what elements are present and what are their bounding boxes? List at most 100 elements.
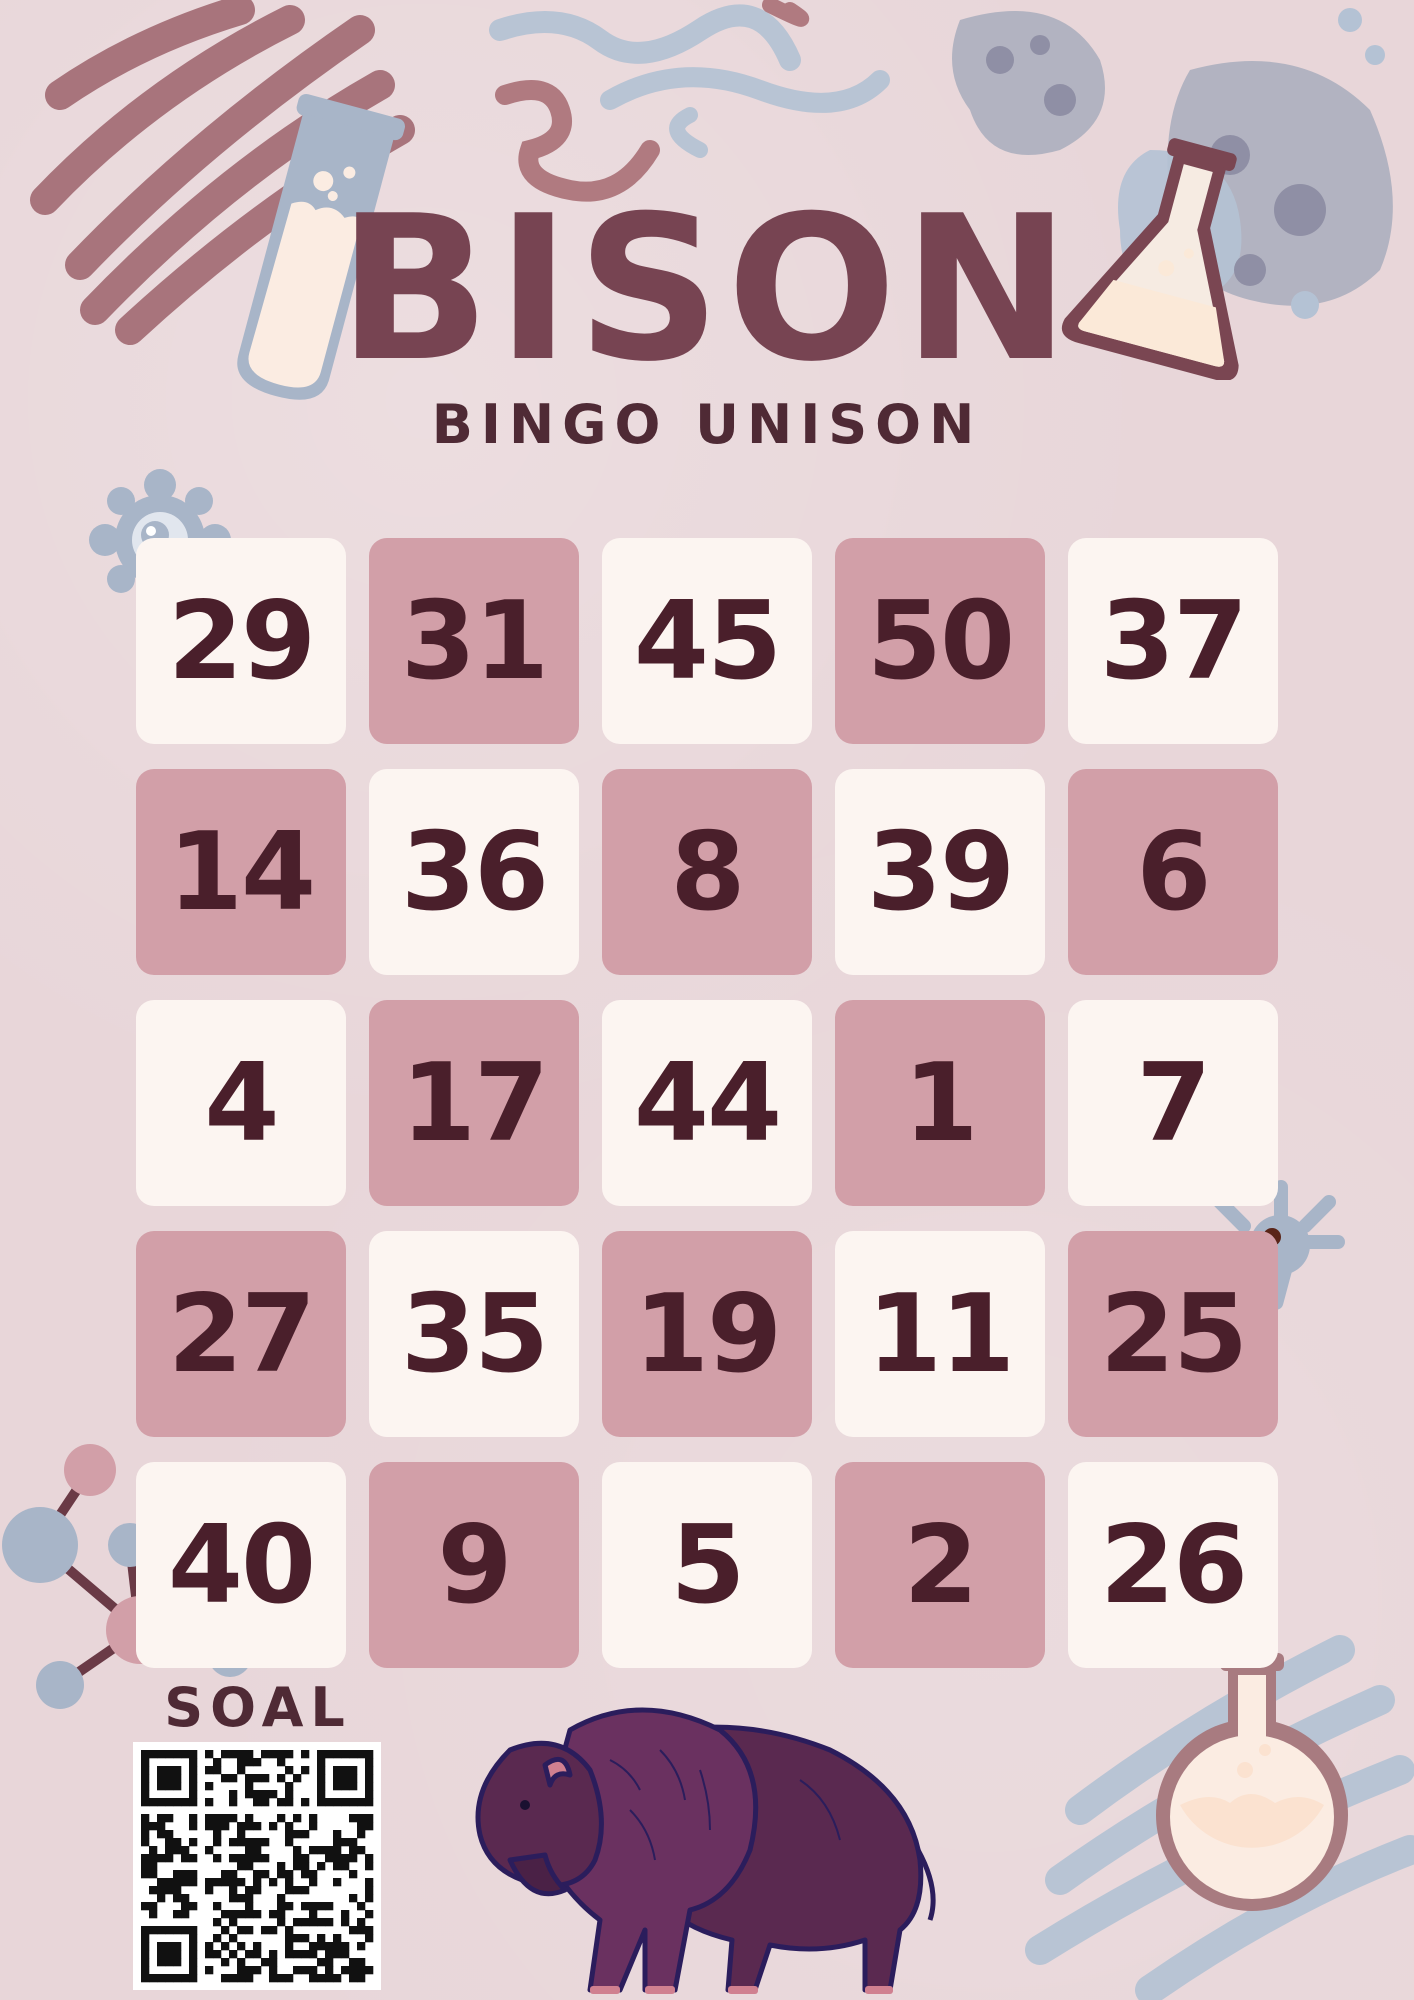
qr-module: [165, 1750, 174, 1759]
qr-module: [213, 1878, 222, 1887]
bingo-cell[interactable]: 45: [602, 538, 812, 744]
bingo-cell[interactable]: 44: [602, 1000, 812, 1206]
qr-module: [333, 1862, 342, 1871]
qr-module: [349, 1782, 358, 1791]
qr-module: [301, 1934, 310, 1943]
bingo-cell[interactable]: 9: [369, 1462, 579, 1668]
bingo-cell[interactable]: 25: [1068, 1231, 1278, 1437]
bingo-cell[interactable]: 5: [602, 1462, 812, 1668]
qr-module: [285, 1838, 294, 1847]
qr-module: [261, 1790, 270, 1799]
bingo-cell[interactable]: 19: [602, 1231, 812, 1437]
qr-module: [285, 1974, 294, 1983]
qr-module: [341, 1766, 350, 1775]
qr-module: [269, 1878, 278, 1887]
qr-module: [253, 1966, 262, 1975]
qr-module: [269, 1910, 278, 1919]
poster-title: BISON: [337, 173, 1077, 406]
qr-module: [245, 1822, 254, 1831]
qr-module: [245, 1902, 254, 1911]
qr-module: [141, 1750, 150, 1759]
bingo-cell[interactable]: 31: [369, 538, 579, 744]
qr-module: [357, 1966, 366, 1975]
qr-module: [365, 1894, 374, 1903]
qr-module: [245, 1750, 254, 1759]
bingo-cell[interactable]: 8: [602, 769, 812, 975]
qr-module: [157, 1814, 166, 1823]
qr-module: [365, 1814, 374, 1823]
bingo-cell[interactable]: 39: [835, 769, 1045, 975]
qr-module: [309, 1878, 318, 1887]
qr-module: [173, 1910, 182, 1919]
bingo-cell[interactable]: 14: [136, 769, 346, 975]
qr-module: [317, 1958, 326, 1967]
qr-module: [229, 1854, 238, 1863]
bingo-cell[interactable]: 2: [835, 1462, 1045, 1668]
bingo-cell[interactable]: 35: [369, 1231, 579, 1437]
qr-module: [237, 1958, 246, 1967]
qr-module: [277, 1870, 286, 1879]
qr-module: [365, 1750, 374, 1759]
bingo-cell[interactable]: 17: [369, 1000, 579, 1206]
qr-module: [189, 1838, 198, 1847]
qr-module: [181, 1750, 190, 1759]
bingo-cell[interactable]: 27: [136, 1231, 346, 1437]
qr-module: [141, 1830, 150, 1839]
bingo-cell[interactable]: 40: [136, 1462, 346, 1668]
qr-code-icon[interactable]: [133, 1742, 381, 1990]
bingo-cell[interactable]: 11: [835, 1231, 1045, 1437]
bingo-cell[interactable]: 1: [835, 1000, 1045, 1206]
qr-module: [341, 1862, 350, 1871]
qr-module: [205, 1814, 214, 1823]
qr-module: [221, 1910, 230, 1919]
qr-module: [325, 1846, 334, 1855]
bingo-cell[interactable]: 6: [1068, 769, 1278, 975]
qr-module: [141, 1942, 150, 1951]
qr-module: [245, 1814, 254, 1823]
bingo-cell[interactable]: 7: [1068, 1000, 1278, 1206]
qr-module: [301, 1902, 310, 1911]
qr-module: [293, 1862, 302, 1871]
qr-module: [141, 1902, 150, 1911]
qr-module: [237, 1822, 246, 1831]
qr-module: [213, 1950, 222, 1959]
qr-module: [349, 1854, 358, 1863]
qr-module: [165, 1774, 174, 1783]
qr-module: [333, 1750, 342, 1759]
qr-module: [237, 1942, 246, 1951]
qr-module: [173, 1926, 182, 1935]
qr-module: [341, 1854, 350, 1863]
qr-module: [165, 1886, 174, 1895]
bingo-cell[interactable]: 29: [136, 538, 346, 744]
qr-module: [349, 1838, 358, 1847]
qr-module: [261, 1838, 270, 1847]
qr-module: [229, 1974, 238, 1983]
qr-module: [245, 1854, 254, 1863]
bingo-cell[interactable]: 37: [1068, 538, 1278, 744]
qr-module: [317, 1846, 326, 1855]
qr-module: [325, 1798, 334, 1807]
qr-module: [277, 1910, 286, 1919]
bingo-cell[interactable]: 26: [1068, 1462, 1278, 1668]
bingo-cell[interactable]: 50: [835, 538, 1045, 744]
qr-module: [309, 1822, 318, 1831]
qr-module: [237, 1894, 246, 1903]
bingo-cell[interactable]: 36: [369, 769, 579, 975]
qr-module: [277, 1774, 286, 1783]
bingo-cell[interactable]: 4: [136, 1000, 346, 1206]
qr-module: [189, 1814, 198, 1823]
qr-module: [149, 1870, 158, 1879]
qr-module: [141, 1774, 150, 1783]
qr-module: [285, 1902, 294, 1911]
qr-module: [229, 1790, 238, 1799]
qr-module: [213, 1830, 222, 1839]
qr-module: [301, 1830, 310, 1839]
qr-module: [157, 1886, 166, 1895]
qr-module: [173, 1870, 182, 1879]
qr-module: [261, 1750, 270, 1759]
qr-module: [341, 1838, 350, 1847]
qr-module: [357, 1902, 366, 1911]
qr-module: [173, 1750, 182, 1759]
qr-module: [293, 1950, 302, 1959]
qr-module: [349, 1870, 358, 1879]
